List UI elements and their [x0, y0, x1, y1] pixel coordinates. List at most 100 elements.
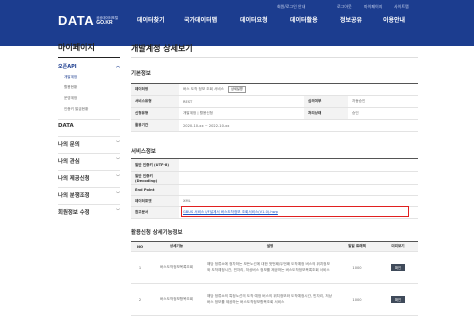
table-row: 서비스유형 REST 심의여부 자동승인 — [131, 95, 418, 108]
sidebar-subitem-key-status[interactable]: 인증키 발급현황 — [64, 107, 88, 112]
sidebar-section-label: 나의 제공신청 — [58, 176, 90, 182]
row-label: 일반 인증키 (Decoding) — [131, 171, 179, 185]
row-label: End Point — [131, 184, 179, 196]
cell-preview: 확인 — [378, 251, 418, 284]
row-label: 활용기간 — [131, 119, 179, 132]
sidebar-section-data[interactable]: DATA — [58, 123, 74, 129]
page-title: 개발계정 상세보기 — [131, 44, 193, 53]
detail-description-button[interactable]: 상세설명 — [227, 86, 246, 93]
row-value: 개발계정 | 활용신청 — [179, 107, 305, 120]
site-logo[interactable]: DATA 공공데이터포털 GO.KR — [58, 13, 118, 27]
sidebar-divider — [58, 170, 120, 171]
row-label: 일반 인증키 (UTF-8) — [131, 158, 179, 172]
top-navigation-bar: 회원/로그인 안내 로그아웃 마이페이지 사이트맵 DATA 공공데이터포털 G… — [0, 0, 474, 46]
data-format-value: XML — [179, 195, 418, 207]
gnb-national-data-map[interactable]: 국가데이터맵 — [184, 15, 217, 24]
preview-confirm-button[interactable]: 확인 — [390, 296, 406, 303]
sidebar-divider — [58, 187, 120, 188]
column-header: 상세기능 — [149, 241, 204, 252]
table-row: 1 버스도착정보목록조회 해당 정류소에 정차하는 모든노선에 대한 첫번째/두… — [131, 251, 418, 284]
sidebar-divider — [58, 204, 120, 205]
sidebar-divider — [58, 136, 120, 137]
row-label: 신청유형 — [131, 107, 179, 120]
basic-info-table: 데이터명 버스 도착 정보 조회 서비스 상세설명 서비스유형 REST 심의여부… — [131, 83, 418, 132]
row-label: 데이터포맷 — [131, 195, 179, 207]
row-value: 2020-10-xx ~ 2022-10-xx — [179, 119, 418, 132]
preview-confirm-button[interactable]: 확인 — [390, 264, 406, 271]
sidebar-section-label: 나의 문의 — [58, 142, 80, 148]
highlight-box — [181, 206, 409, 217]
cell-description: 해당 정류소에 정차하는 모든노선에 대한 첫번째/두번째 도착예정 버스의 위… — [204, 251, 336, 284]
cell-function-name: 버스도착정보목록조회 — [149, 251, 204, 284]
sidebar-title-divider — [58, 57, 120, 58]
sidebar-subitem-dev-account[interactable]: 개발계정 — [64, 75, 77, 80]
cell-no: 1 — [131, 251, 149, 284]
row-value — [179, 184, 418, 196]
sidebar-divider — [58, 153, 120, 154]
section-title-service: 서비스정보 — [131, 149, 156, 155]
row-label: 데이터명 — [131, 83, 179, 96]
gnb-guide[interactable]: 이용안내 — [383, 15, 405, 24]
sidebar-item-openapi-label: 오픈API — [58, 64, 77, 70]
sidebar-subitem-usage[interactable]: 활용현황 — [64, 85, 77, 90]
gnb-data-usage[interactable]: 데이터활용 — [290, 15, 318, 24]
sidebar-section-provide-request[interactable]: 나의 제공신청 ﹀ — [58, 174, 120, 182]
row-label: 처리상태 — [304, 107, 349, 120]
sidebar-subitem-ops-account[interactable]: 운영계정 — [64, 96, 77, 101]
cell-function-name: 버스도착정보항목조회 — [149, 283, 204, 316]
table-header-row: NO 상세기능 설명 일일 트래픽 미리보기 — [131, 241, 418, 252]
chevron-down-icon: ﹀ — [116, 140, 120, 145]
cell-no: 2 — [131, 283, 149, 316]
row-label: 심의여부 — [304, 95, 349, 108]
sidebar-title: 마이페이지 — [58, 43, 95, 52]
gnb-info-share[interactable]: 정보공유 — [340, 15, 362, 24]
sidebar-section-label: DATA — [58, 123, 74, 129]
section-title-basic: 기본정보 — [131, 71, 151, 77]
data-name-value: 버스 도착 정보 조회 서비스 — [183, 87, 224, 91]
sidebar-item-openapi[interactable]: 오픈API ︿ — [58, 63, 120, 70]
row-value: 버스 도착 정보 조회 서비스 상세설명 — [179, 83, 418, 96]
util-link-logout[interactable]: 로그아웃 — [337, 4, 352, 10]
cell-preview: 확인 — [378, 283, 418, 316]
table-row: 데이터명 버스 도착 정보 조회 서비스 상세설명 — [131, 83, 418, 96]
sidebar-section-member-edit[interactable]: 회원정보 수정 ﹀ — [58, 208, 120, 216]
gnb-data-request[interactable]: 데이터요청 — [240, 15, 268, 24]
column-header: NO — [131, 241, 149, 252]
section-title-detail: 활용신청 상세기능정보 — [131, 230, 183, 236]
sidebar-section-label: 나의 관심 — [58, 159, 80, 165]
logo-main-text: DATA — [58, 13, 95, 28]
util-link-sitemap[interactable]: 사이트맵 — [394, 4, 409, 10]
column-header: 설명 — [204, 241, 336, 252]
gnb-data-search[interactable]: 데이터찾기 — [137, 15, 165, 24]
table-row: 데이터포맷 XML — [131, 195, 418, 207]
table-row: 일반 인증키 (UTF-8) — [131, 158, 418, 172]
chevron-down-icon: ﹀ — [116, 208, 120, 213]
cell-traffic: 1000 — [336, 283, 378, 316]
sidebar-section-label: 나의 분쟁조정 — [58, 193, 90, 199]
detail-function-table: NO 상세기능 설명 일일 트래픽 미리보기 1 버스도착정보목록조회 해당 정… — [131, 241, 418, 316]
sidebar-section-dispute[interactable]: 나의 분쟁조정 ﹀ — [58, 191, 120, 199]
util-link-mypage[interactable]: 마이페이지 — [364, 4, 382, 10]
sidebar-section-interest[interactable]: 나의 관심 ﹀ — [58, 157, 120, 165]
sidebar-section-label: 회원정보 수정 — [58, 210, 90, 216]
table-row: 활용기간 2020-10-xx ~ 2022-10-xx — [131, 119, 418, 132]
row-value: REST — [179, 95, 305, 108]
row-value: 승인 — [348, 107, 418, 120]
row-value — [179, 158, 418, 172]
row-value: 자동승인 — [348, 95, 418, 108]
util-link-login-guide[interactable]: 회원/로그인 안내 — [277, 4, 305, 10]
chevron-down-icon: ﹀ — [116, 191, 120, 196]
cell-description: 해당 정류소의 특정노선의 도착 예정 버스의 위치정보와 도착예정시간, 빈자… — [204, 283, 336, 316]
column-header: 일일 트래픽 — [336, 241, 378, 252]
title-divider — [131, 57, 418, 58]
row-value — [179, 171, 418, 185]
row-label: 서비스유형 — [131, 95, 179, 108]
chevron-up-icon: ︿ — [116, 63, 120, 68]
table-row: 일반 인증키 (Decoding) — [131, 171, 418, 185]
sidebar-section-inquiry[interactable]: 나의 문의 ﹀ — [58, 140, 120, 148]
chevron-down-icon: ﹀ — [116, 174, 120, 179]
sidebar-divider — [58, 119, 120, 120]
logo-domain-text: GO.KR — [96, 20, 113, 26]
row-label: 참고문서 — [131, 206, 179, 219]
cell-traffic: 1000 — [336, 251, 378, 284]
